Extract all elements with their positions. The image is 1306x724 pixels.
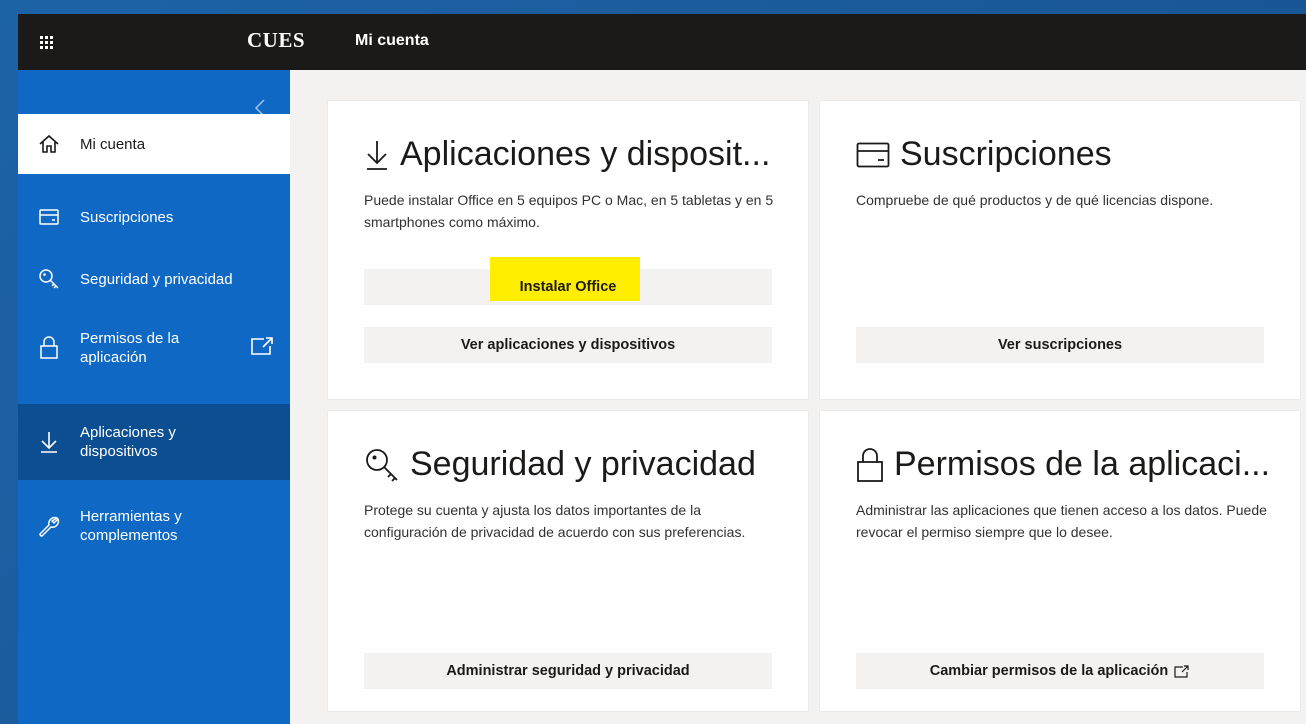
sidebar-item-seguridad[interactable]: Seguridad y privacidad xyxy=(18,248,290,310)
open-external-icon xyxy=(250,336,274,360)
card-permisos: Permisos de la aplicaci... Administrar l… xyxy=(819,410,1301,712)
sidebar-item-label-line2: complementos xyxy=(80,527,178,544)
download-icon xyxy=(367,140,387,170)
app-launcher-button[interactable] xyxy=(18,14,74,70)
top-bar: CUES Mi cuenta xyxy=(18,14,1306,70)
sidebar-item-label: Aplicaciones y xyxy=(80,424,176,441)
card-title[interactable]: Aplicaciones y disposit... xyxy=(400,135,770,174)
card-suscripciones: Suscripciones Compruebe de qué productos… xyxy=(819,100,1301,400)
download-icon xyxy=(41,432,57,453)
card-description: Protege su cuenta y ajusta los datos imp… xyxy=(364,502,746,540)
view-subscriptions-button[interactable]: Ver suscripciones xyxy=(856,327,1264,363)
card-description: Compruebe de qué productos y de qué lice… xyxy=(856,192,1214,208)
home-icon xyxy=(39,134,59,153)
change-permissions-button[interactable]: Cambiar permisos de la aplicación xyxy=(856,653,1264,689)
brand-logo[interactable]: CUES xyxy=(247,28,305,53)
button-label: Ver suscripciones xyxy=(997,337,1123,353)
sidebar-item-label: Herramientas y xyxy=(80,508,182,525)
card-title[interactable]: Permisos de la aplicaci... xyxy=(894,445,1270,484)
account-window: CUES Mi cuenta Mi cuenta Suscripciones S… xyxy=(18,14,1306,724)
card-title[interactable]: Suscripciones xyxy=(900,135,1112,174)
app-title[interactable]: Mi cuenta xyxy=(355,32,429,50)
key-icon xyxy=(39,269,59,289)
button-label: Ver aplicaciones y dispositivos xyxy=(460,337,676,353)
card-description: Puede instalar Office en 5 equipos PC o … xyxy=(364,192,774,230)
waffle-icon xyxy=(39,35,53,49)
sidebar-item-label: Seguridad y privacidad xyxy=(80,270,233,288)
button-label: Administrar seguridad y privacidad xyxy=(446,663,690,679)
lock-icon xyxy=(40,336,58,359)
sidebar-item-label: Suscripciones xyxy=(80,208,174,226)
sidebar-item-label: Mi cuenta xyxy=(80,135,146,153)
sidebar-item-label-line2: dispositivos xyxy=(80,443,158,460)
install-office-button[interactable]: Instalar Office xyxy=(364,257,772,305)
sidebar-item-label: Permisos de la xyxy=(80,330,180,347)
card-title[interactable]: Seguridad y privacidad xyxy=(410,445,756,484)
wrench-icon xyxy=(39,516,60,537)
sidebar-item-permisos[interactable]: Permisos de la aplicación xyxy=(18,310,290,386)
card-icon xyxy=(856,142,890,167)
sidebar-item-mi-cuenta[interactable]: Mi cuenta xyxy=(18,114,290,174)
sidebar: Mi cuenta Suscripciones Seguridad y priv… xyxy=(18,70,290,724)
button-label: Instalar Office xyxy=(519,279,617,295)
card-aplicaciones: Aplicaciones y disposit... Puede instala… xyxy=(327,100,809,400)
card-seguridad: Seguridad y privacidad Protege su cuenta… xyxy=(327,410,809,712)
view-apps-devices-button[interactable]: Ver aplicaciones y dispositivos xyxy=(364,327,772,363)
key-icon xyxy=(366,448,398,482)
card-icon xyxy=(39,209,59,225)
sidebar-item-aplicaciones[interactable]: Aplicaciones y dispositivos xyxy=(18,404,290,480)
lock-icon xyxy=(857,447,883,482)
sidebar-item-label-line2: aplicación xyxy=(80,349,147,366)
open-external-icon xyxy=(1174,664,1189,678)
manage-security-button[interactable]: Administrar seguridad y privacidad xyxy=(364,653,772,689)
sidebar-item-herramientas[interactable]: Herramientas y complementos xyxy=(18,488,290,564)
sidebar-item-suscripciones[interactable]: Suscripciones xyxy=(18,186,290,248)
card-description: Administrar las aplicaciones que tienen … xyxy=(856,502,1267,540)
button-label: Cambiar permisos de la aplicación xyxy=(929,663,1169,679)
main-content: Aplicaciones y disposit... Puede instala… xyxy=(290,70,1306,724)
